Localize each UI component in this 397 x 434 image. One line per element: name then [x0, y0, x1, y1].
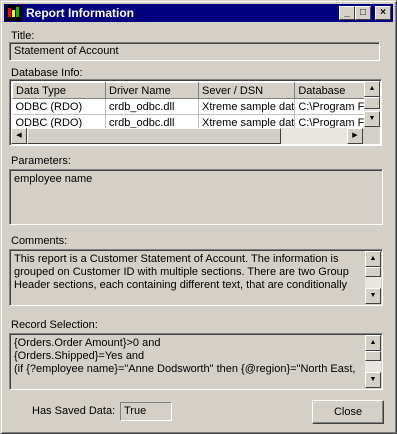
record-selection-vertical-scrollbar[interactable]: ▲ ▼ [365, 335, 381, 388]
column-header-driver-name[interactable]: Driver Name [105, 82, 199, 99]
minimize-button[interactable]: _ [339, 6, 355, 20]
record-selection-field[interactable]: {Orders.Order Amount}>0 and {Orders.Ship… [9, 333, 383, 390]
record-selection-label: Record Selection: [11, 319, 98, 331]
title-field[interactable]: Statement of Account [9, 42, 380, 61]
has-saved-data-field: True [120, 402, 172, 421]
cell-data-type: ODBC (RDO) [12, 98, 106, 115]
scrollbar-corner [363, 127, 380, 144]
record-selection-line: {Orders.Order Amount}>0 and [14, 337, 161, 349]
database-info-grid[interactable]: Data Type Driver Name Sever / DSN Databa… [9, 79, 382, 146]
scroll-left-arrow-icon[interactable]: ◀ [11, 128, 27, 144]
record-selection-text: {Orders.Order Amount}>0 and {Orders.Ship… [14, 337, 362, 376]
table-row[interactable]: ODBC (RDO) crdb_odbc.dll Xtreme sample d… [12, 98, 377, 115]
table-header-row: Data Type Driver Name Sever / DSN Databa… [12, 82, 377, 99]
title-value: Statement of Account [14, 45, 119, 57]
record-selection-line: {Orders.Shipped}=Yes and [14, 350, 145, 362]
has-saved-data-value: True [124, 405, 147, 417]
scroll-up-arrow-icon[interactable]: ▲ [364, 81, 380, 97]
scroll-down-arrow-icon[interactable]: ▼ [364, 111, 380, 127]
column-header-server-dsn[interactable]: Sever / DSN [197, 82, 296, 99]
maximize-button[interactable]: □ [355, 6, 371, 20]
cell-driver-name: crdb_odbc.dll [105, 98, 199, 115]
has-saved-data-label: Has Saved Data: [32, 405, 116, 417]
comments-vertical-scrollbar[interactable]: ▲ ▼ [365, 251, 381, 304]
parameters-label: Parameters: [11, 155, 71, 167]
app-icon [6, 5, 22, 21]
scroll-up-arrow-icon[interactable]: ▲ [365, 335, 381, 351]
database-horizontal-scrollbar[interactable]: ◀ ▶ [11, 128, 363, 144]
database-table: Data Type Driver Name Sever / DSN Databa… [12, 82, 377, 131]
close-window-button[interactable]: × [375, 6, 391, 20]
window-title: Report Information [26, 6, 134, 20]
scroll-thumb[interactable] [27, 128, 281, 144]
column-header-data-type[interactable]: Data Type [12, 82, 106, 99]
parameters-value: employee name [14, 173, 93, 185]
comments-label: Comments: [11, 235, 68, 247]
scroll-thumb[interactable] [364, 97, 380, 109]
title-bar[interactable]: Report Information _ □ × [4, 4, 393, 22]
parameters-field[interactable]: employee name [9, 169, 383, 225]
scroll-right-arrow-icon[interactable]: ▶ [347, 128, 363, 144]
scroll-down-arrow-icon[interactable]: ▼ [365, 288, 381, 304]
scroll-up-arrow-icon[interactable]: ▲ [365, 251, 381, 267]
scroll-thumb[interactable] [365, 267, 381, 277]
scroll-thumb[interactable] [365, 351, 381, 361]
record-selection-line: (if {?employee name}="Anne Dodsworth" th… [14, 363, 356, 375]
comments-field[interactable]: This report is a Customer Statement of A… [9, 249, 383, 306]
comments-value: This report is a Customer Statement of A… [14, 253, 349, 291]
close-button[interactable]: Close [312, 400, 384, 424]
cell-server-dsn: Xtreme sample dat [198, 98, 296, 115]
scroll-down-arrow-icon[interactable]: ▼ [365, 372, 381, 388]
database-vertical-scrollbar[interactable]: ▲ ▼ [364, 81, 380, 127]
report-information-window: Report Information _ □ × Title: Statemen… [0, 0, 397, 434]
